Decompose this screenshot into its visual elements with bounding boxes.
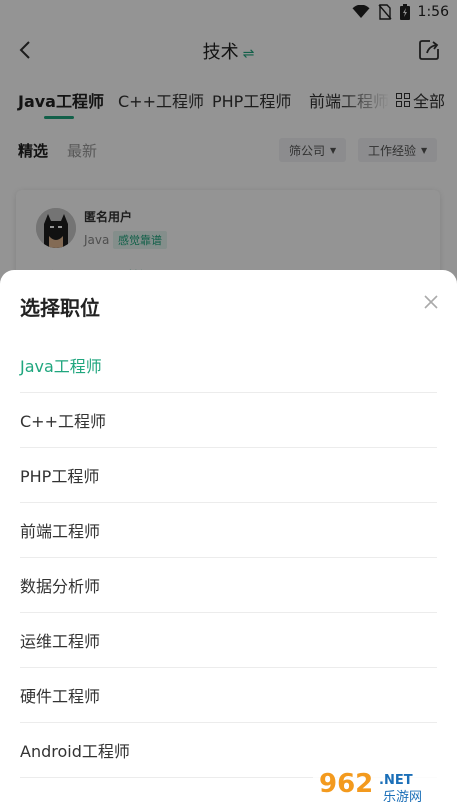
close-icon[interactable] [423, 294, 439, 310]
position-option-ops[interactable]: 运维工程师 [20, 613, 437, 668]
position-option-java[interactable]: Java工程师 [20, 338, 437, 393]
watermark-suffix: .NET [379, 773, 413, 788]
watermark-text: 乐游网 [383, 790, 422, 805]
watermark-number: 962 [319, 769, 373, 799]
position-option-cpp[interactable]: C++工程师 [20, 393, 437, 448]
sheet-title: 选择职位 [20, 296, 100, 320]
position-option-data-analyst[interactable]: 数据分析师 [20, 558, 437, 613]
select-position-sheet: 选择职位 Java工程师 C++工程师 PHP工程师 前端工程师 数据分析师 运… [0, 270, 457, 812]
watermark-logo: 962 .NET 乐游网 [313, 766, 445, 806]
position-list: Java工程师 C++工程师 PHP工程师 前端工程师 数据分析师 运维工程师 … [20, 338, 437, 778]
position-option-hardware[interactable]: 硬件工程师 [20, 668, 437, 723]
position-option-php[interactable]: PHP工程师 [20, 448, 437, 503]
position-option-frontend[interactable]: 前端工程师 [20, 503, 437, 558]
